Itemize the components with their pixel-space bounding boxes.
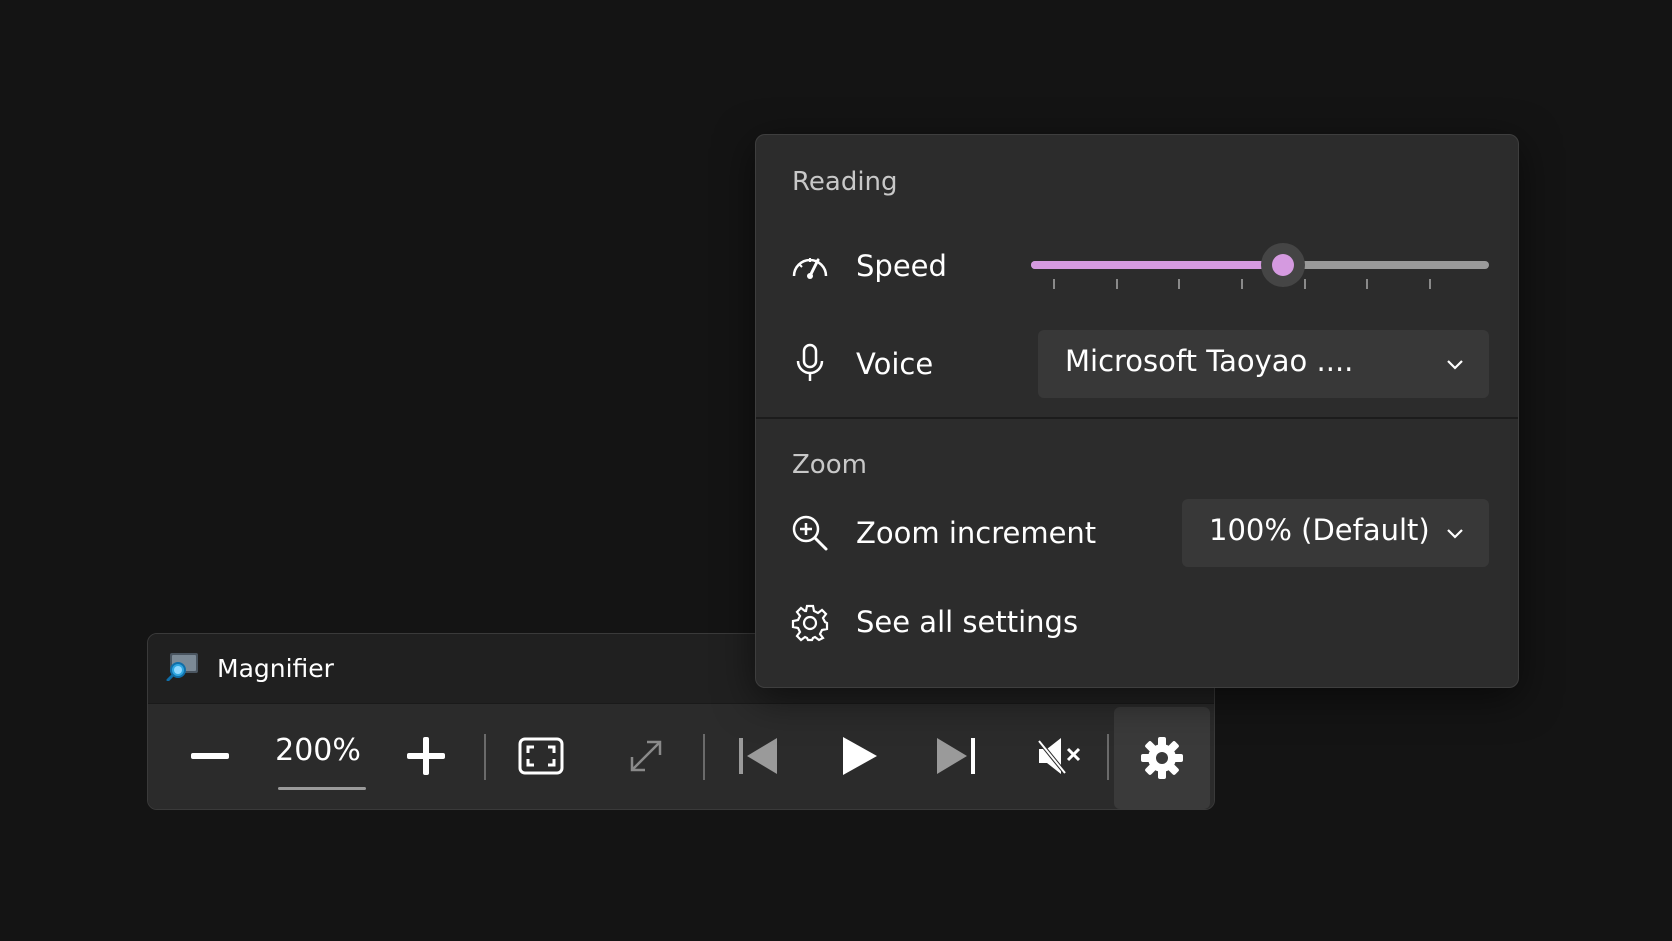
zoom-in-button[interactable] — [378, 714, 474, 798]
next-button[interactable] — [908, 714, 1004, 798]
speed-slider-tick — [1366, 279, 1369, 289]
speed-slider-tick — [1178, 279, 1181, 289]
settings-button[interactable] — [1114, 707, 1210, 809]
zoom-level-value[interactable]: 200% — [272, 726, 364, 784]
minus-icon — [189, 735, 231, 777]
zoom-out-button[interactable] — [162, 714, 258, 798]
mute-button[interactable] — [1011, 714, 1107, 798]
zoom-increment-dropdown[interactable]: 100% (Default) — [1182, 499, 1489, 567]
toolbar-separator — [703, 734, 705, 780]
play-button[interactable] — [811, 714, 907, 798]
chevron-down-icon — [1445, 354, 1465, 374]
zoom-increment-label: Zoom increment — [856, 516, 1097, 550]
speed-slider-tick — [1303, 279, 1306, 289]
full-screen-view-icon — [518, 737, 564, 775]
speed-slider-fill — [1031, 261, 1283, 269]
zoom-in-magnifier-icon — [790, 513, 830, 553]
resize-arrows-icon — [627, 737, 665, 775]
zoom-level-underline — [278, 787, 366, 790]
zoom-section-label: Zoom — [792, 450, 867, 480]
section-divider — [756, 417, 1518, 419]
play-icon — [839, 735, 879, 777]
gear-icon — [790, 603, 830, 643]
see-all-settings-label: See all settings — [856, 605, 1079, 639]
speed-slider-tick — [1241, 279, 1243, 289]
see-all-settings-link[interactable]: See all settings — [776, 585, 1496, 657]
voice-dropdown-value: Microsoft Taoyao .... — [1065, 344, 1354, 378]
speed-slider-tick — [1115, 279, 1118, 289]
gear-icon — [1139, 735, 1185, 781]
settings-flyout: Reading Speed Voice Microsoft Taoyao ...… — [755, 134, 1519, 688]
speedometer-icon — [790, 247, 830, 287]
speed-slider-tick — [1053, 279, 1055, 289]
voice-label: Voice — [856, 347, 934, 381]
previous-button[interactable] — [710, 714, 806, 798]
voice-dropdown[interactable]: Microsoft Taoyao .... — [1038, 330, 1489, 398]
zoom-increment-dropdown-value: 100% (Default) — [1209, 513, 1430, 547]
speed-slider-thumb[interactable] — [1260, 243, 1305, 287]
desktop: Magnifier 200% Reading Speed Voice Micro… — [0, 0, 1672, 941]
speaker-muted-icon — [1035, 735, 1083, 777]
skip-next-icon — [935, 736, 977, 776]
speed-label: Speed — [856, 249, 947, 283]
skip-previous-icon — [737, 736, 779, 776]
speed-slider-tick — [1429, 279, 1431, 289]
resize-button[interactable] — [598, 714, 694, 798]
magnifier-title: Magnifier — [217, 654, 334, 683]
view-mode-button[interactable] — [493, 714, 589, 798]
reading-section-label: Reading — [792, 167, 898, 197]
chevron-down-icon — [1445, 523, 1465, 543]
toolbar-separator — [484, 734, 486, 780]
microphone-icon — [790, 343, 830, 383]
magnifier-app-icon — [166, 651, 200, 682]
plus-icon — [405, 735, 447, 777]
toolbar-separator — [1107, 734, 1109, 780]
magnifier-toolbar: 200% — [148, 703, 1214, 809]
